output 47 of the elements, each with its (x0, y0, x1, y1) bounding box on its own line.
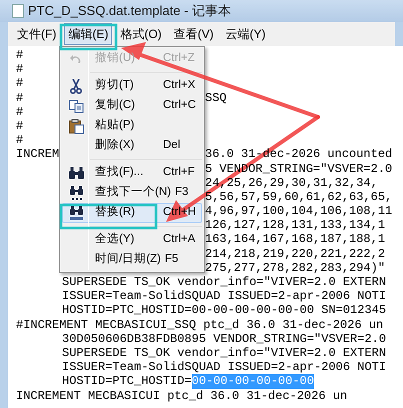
text-line: 163,164,167,168,187,188,1 (205, 232, 386, 247)
text-line: INCREM (16, 147, 60, 162)
text-line: # (16, 133, 24, 148)
scissors-icon (70, 78, 82, 94)
menu-item[interactable]: 查看(V) (170, 23, 218, 45)
notepad-icon (12, 4, 24, 18)
text-line: ISSUER=Team-SolidSQUAD ISSUED=2-apr-2006 NOTI (62, 360, 386, 374)
binoculars-icon (68, 167, 84, 179)
menu-option[interactable]: 删除(X) Del (62, 136, 202, 156)
text-line: # (16, 104, 24, 119)
undo-icon (70, 54, 82, 64)
text-line: SUPERSEDE TS_OK vendor_info="VIVER=2.0 EXTERN (62, 346, 386, 360)
text-line: #INCREMENT MECBASICUI_SSQ ptc_d 36.0 31-dec-2026 un (16, 318, 384, 332)
clipboard-icon (68, 118, 84, 134)
text-line: 126,127,128,131,133,134,1 (205, 218, 386, 232)
text-line: 4,96,97,100,104,106,108,11 (205, 204, 392, 218)
text-line: HOSTID=PTC_HOSTID=00-00-00-00-00-00 SN=012345 (62, 303, 386, 318)
text-line: 275,277,278,282,283,294)" (205, 260, 386, 275)
text-line: 30D050606DB38FDB0895 VENDOR_STRING="VSVER=2.0 (62, 332, 386, 346)
text-line: # (16, 90, 24, 105)
text-line: # (16, 76, 24, 91)
text-line: # (16, 48, 24, 62)
highlight-frame (60, 24, 118, 50)
menu-option[interactable]: 时间/日期(Z) F5 (62, 250, 202, 270)
menu-option[interactable]: 查找下一个(N) F3 (62, 183, 202, 203)
menu-option[interactable]: 剪切(T) Ctrl+X (62, 76, 202, 96)
menu-option[interactable]: 复制(C) Ctrl+C (62, 96, 202, 116)
copy-icon (68, 100, 84, 112)
selected-text: 00-00-00-00-00-00 (192, 374, 314, 388)
text-line: SSQ (205, 90, 227, 105)
menu-option[interactable]: 全选(Y) Ctrl+A (62, 230, 202, 250)
text-line: 214,218,219,220,221,222,2 (205, 246, 386, 261)
menu-item[interactable]: 文件(F) (13, 23, 60, 45)
text-line: 5,56,57,59,60,61,62,63,65, (205, 190, 392, 204)
text-line: # (16, 118, 24, 134)
binoculars-icon (68, 206, 84, 220)
binoculars-icon (68, 186, 84, 200)
text-line: # (16, 62, 24, 76)
menu-option[interactable]: 粘贴(P) (62, 116, 202, 136)
text-line: SUPERSEDE TS_OK vendor_info="VIVER=2.0 EXTERN (62, 275, 386, 290)
menu-item[interactable]: 云端(Y) (222, 23, 270, 45)
menu-item[interactable]: 格式(O) (116, 23, 166, 45)
text-line: INCREMENT MECBASICUI ptc_d 36.0 31-dec-2026 un (16, 388, 348, 403)
menu-option[interactable]: 查找(F)... Ctrl+F (62, 163, 202, 183)
window-title: PTC_D_SSQ.dat.template - 记事本 (28, 2, 232, 20)
text-line: ISSUER=Team-SolidSQUAD ISSUED=2-apr-2006 NOTI (62, 289, 386, 304)
text-line: HOSTID=PTC_HOSTID= (62, 374, 192, 388)
